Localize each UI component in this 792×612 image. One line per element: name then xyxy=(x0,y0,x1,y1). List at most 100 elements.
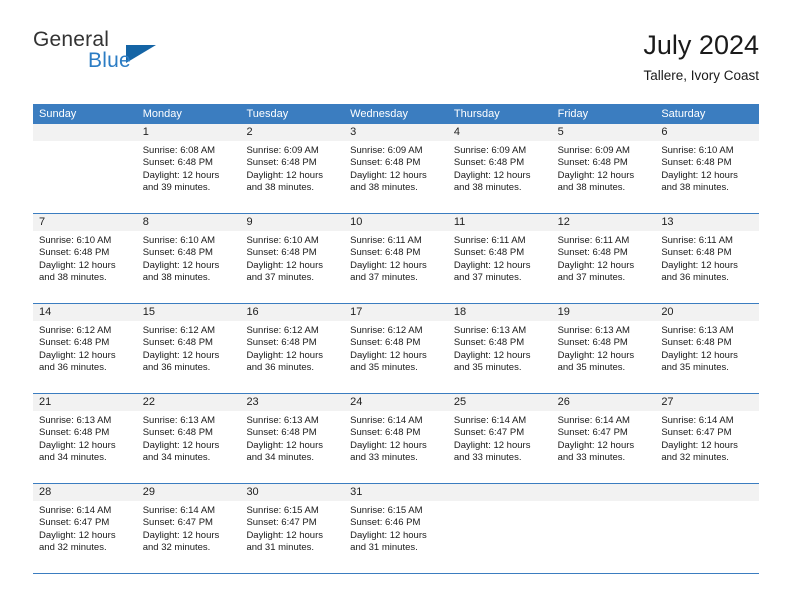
day-number: 4 xyxy=(447,124,552,141)
day-number xyxy=(551,484,656,501)
day-number: 28 xyxy=(33,484,137,501)
sunrise-text: Sunrise: 6:13 AM xyxy=(39,415,112,426)
day-cell[interactable]: 20 Sunrise: 6:13 AM Sunset: 6:48 PM Dayl… xyxy=(655,304,760,393)
daylight-text-line1: Daylight: 12 hours xyxy=(350,259,427,271)
day-info: Sunrise: 6:15 AM Sunset: 6:47 PM Dayligh… xyxy=(240,501,344,554)
daylight-text-line1: Daylight: 12 hours xyxy=(246,349,324,361)
day-info: Sunrise: 6:13 AM Sunset: 6:48 PM Dayligh… xyxy=(240,411,344,464)
day-number: 26 xyxy=(551,394,656,411)
sunrise-text: Sunrise: 6:15 AM xyxy=(246,505,319,516)
sunrise-text: Sunrise: 6:09 AM xyxy=(557,145,630,156)
day-cell[interactable]: 13 Sunrise: 6:11 AM Sunset: 6:48 PM Dayl… xyxy=(655,214,760,303)
daylight-text-line1: Daylight: 12 hours xyxy=(661,439,738,451)
daylight-text-line2: and 38 minutes. xyxy=(453,181,522,193)
sunrise-text: Sunrise: 6:14 AM xyxy=(453,415,527,426)
day-number: 30 xyxy=(240,484,345,501)
sunrise-text: Sunrise: 6:15 AM xyxy=(350,505,423,516)
daylight-text-line1: Daylight: 12 hours xyxy=(142,259,220,271)
sunset-text: Sunset: 6:46 PM xyxy=(350,517,421,529)
day-cell[interactable]: 30 Sunrise: 6:15 AM Sunset: 6:47 PM Dayl… xyxy=(240,484,345,573)
day-cell[interactable]: 28 Sunrise: 6:14 AM Sunset: 6:47 PM Dayl… xyxy=(33,484,137,573)
day-cell[interactable]: 18 Sunrise: 6:13 AM Sunset: 6:48 PM Dayl… xyxy=(447,304,552,393)
day-cell[interactable]: 4 Sunrise: 6:09 AM Sunset: 6:48 PM Dayli… xyxy=(447,124,552,213)
daylight-text-line1: Daylight: 12 hours xyxy=(453,259,531,271)
day-info: Sunrise: 6:14 AM Sunset: 6:47 PM Dayligh… xyxy=(655,411,759,464)
day-number: 7 xyxy=(33,214,137,231)
day-cell[interactable]: 26 Sunrise: 6:14 AM Sunset: 6:47 PM Dayl… xyxy=(551,394,656,483)
daylight-text-line1: Daylight: 12 hours xyxy=(246,439,324,451)
day-info: Sunrise: 6:14 AM Sunset: 6:47 PM Dayligh… xyxy=(552,411,656,464)
day-number: 21 xyxy=(33,394,137,411)
brand-logo[interactable]: General Blue xyxy=(33,28,233,84)
day-cell[interactable]: 1 Sunrise: 6:08 AM Sunset: 6:48 PM Dayli… xyxy=(136,124,241,213)
sunset-text: Sunset: 6:48 PM xyxy=(246,427,317,439)
daylight-text-line2: and 38 minutes. xyxy=(246,181,315,193)
day-cell[interactable] xyxy=(551,484,656,573)
sunset-text: Sunset: 6:48 PM xyxy=(557,247,628,259)
sunrise-text: Sunrise: 6:09 AM xyxy=(350,145,423,156)
sunset-text: Sunset: 6:48 PM xyxy=(39,337,110,349)
sunset-text: Sunset: 6:47 PM xyxy=(39,517,110,529)
sunrise-text: Sunrise: 6:10 AM xyxy=(142,235,216,246)
sunset-text: Sunset: 6:48 PM xyxy=(246,157,317,169)
day-number: 22 xyxy=(136,394,241,411)
day-cell[interactable]: 14 Sunrise: 6:12 AM Sunset: 6:48 PM Dayl… xyxy=(33,304,137,393)
day-number: 11 xyxy=(447,214,552,231)
day-cell[interactable]: 27 Sunrise: 6:14 AM Sunset: 6:47 PM Dayl… xyxy=(655,394,760,483)
day-cell[interactable]: 9 Sunrise: 6:10 AM Sunset: 6:48 PM Dayli… xyxy=(240,214,345,303)
sunset-text: Sunset: 6:48 PM xyxy=(39,247,110,259)
day-cell[interactable]: 7 Sunrise: 6:10 AM Sunset: 6:48 PM Dayli… xyxy=(33,214,137,303)
day-cell[interactable]: 6 Sunrise: 6:10 AM Sunset: 6:48 PM Dayli… xyxy=(655,124,760,213)
daylight-text-line1: Daylight: 12 hours xyxy=(661,349,738,361)
daylight-text-line2: and 37 minutes. xyxy=(350,271,418,283)
day-cell[interactable]: 21 Sunrise: 6:13 AM Sunset: 6:48 PM Dayl… xyxy=(33,394,137,483)
daylight-text-line2: and 34 minutes. xyxy=(246,451,315,463)
daylight-text-line1: Daylight: 12 hours xyxy=(557,349,635,361)
day-cell[interactable] xyxy=(447,484,552,573)
day-info: Sunrise: 6:10 AM Sunset: 6:48 PM Dayligh… xyxy=(655,141,759,194)
day-cell[interactable]: 11 Sunrise: 6:11 AM Sunset: 6:48 PM Dayl… xyxy=(447,214,552,303)
sunrise-text: Sunrise: 6:12 AM xyxy=(142,325,216,336)
day-cell[interactable]: 16 Sunrise: 6:12 AM Sunset: 6:48 PM Dayl… xyxy=(240,304,345,393)
day-cell[interactable]: 25 Sunrise: 6:14 AM Sunset: 6:47 PM Dayl… xyxy=(447,394,552,483)
day-info: Sunrise: 6:14 AM Sunset: 6:48 PM Dayligh… xyxy=(344,411,448,464)
day-cell[interactable]: 15 Sunrise: 6:12 AM Sunset: 6:48 PM Dayl… xyxy=(136,304,241,393)
daylight-text-line2: and 38 minutes. xyxy=(350,181,418,193)
day-cell[interactable]: 10 Sunrise: 6:11 AM Sunset: 6:48 PM Dayl… xyxy=(344,214,448,303)
week-row: 1 Sunrise: 6:08 AM Sunset: 6:48 PM Dayli… xyxy=(33,124,760,214)
sunset-text: Sunset: 6:48 PM xyxy=(142,337,213,349)
day-number: 23 xyxy=(240,394,345,411)
day-cell[interactable]: 12 Sunrise: 6:11 AM Sunset: 6:48 PM Dayl… xyxy=(551,214,656,303)
daylight-text-line1: Daylight: 12 hours xyxy=(142,349,220,361)
day-cell[interactable]: 3 Sunrise: 6:09 AM Sunset: 6:48 PM Dayli… xyxy=(344,124,448,213)
title-block: July 2024 Tallere, Ivory Coast xyxy=(643,28,759,86)
daylight-text-line2: and 32 minutes. xyxy=(661,451,729,463)
day-cell[interactable]: 2 Sunrise: 6:09 AM Sunset: 6:48 PM Dayli… xyxy=(240,124,345,213)
day-number xyxy=(655,484,760,501)
daylight-text-line1: Daylight: 12 hours xyxy=(350,529,427,541)
sunset-text: Sunset: 6:47 PM xyxy=(661,427,732,439)
day-cell[interactable]: 31 Sunrise: 6:15 AM Sunset: 6:46 PM Dayl… xyxy=(344,484,448,573)
day-cell[interactable]: 17 Sunrise: 6:12 AM Sunset: 6:48 PM Dayl… xyxy=(344,304,448,393)
day-cell[interactable]: 23 Sunrise: 6:13 AM Sunset: 6:48 PM Dayl… xyxy=(240,394,345,483)
weekday-header-saturday: Saturday xyxy=(661,108,706,120)
sunset-text: Sunset: 6:47 PM xyxy=(142,517,213,529)
sunrise-text: Sunrise: 6:08 AM xyxy=(142,145,216,156)
daylight-text-line2: and 35 minutes. xyxy=(350,361,418,373)
day-info: Sunrise: 6:15 AM Sunset: 6:46 PM Dayligh… xyxy=(344,501,448,554)
day-cell[interactable]: 24 Sunrise: 6:14 AM Sunset: 6:48 PM Dayl… xyxy=(344,394,448,483)
day-cell[interactable] xyxy=(655,484,760,573)
day-cell[interactable]: 22 Sunrise: 6:13 AM Sunset: 6:48 PM Dayl… xyxy=(136,394,241,483)
day-cell[interactable]: 5 Sunrise: 6:09 AM Sunset: 6:48 PM Dayli… xyxy=(551,124,656,213)
day-cell[interactable] xyxy=(33,124,137,213)
day-info: Sunrise: 6:12 AM Sunset: 6:48 PM Dayligh… xyxy=(344,321,448,374)
daylight-text-line2: and 34 minutes. xyxy=(39,451,107,463)
day-cell[interactable]: 19 Sunrise: 6:13 AM Sunset: 6:48 PM Dayl… xyxy=(551,304,656,393)
sunset-text: Sunset: 6:48 PM xyxy=(661,337,732,349)
weekday-header-row: Sunday Monday Tuesday Wednesday Thursday… xyxy=(33,104,759,124)
day-cell[interactable]: 8 Sunrise: 6:10 AM Sunset: 6:48 PM Dayli… xyxy=(136,214,241,303)
day-number: 24 xyxy=(344,394,448,411)
day-info: Sunrise: 6:12 AM Sunset: 6:48 PM Dayligh… xyxy=(240,321,344,374)
sunset-text: Sunset: 6:48 PM xyxy=(246,337,317,349)
day-cell[interactable]: 29 Sunrise: 6:14 AM Sunset: 6:47 PM Dayl… xyxy=(136,484,241,573)
